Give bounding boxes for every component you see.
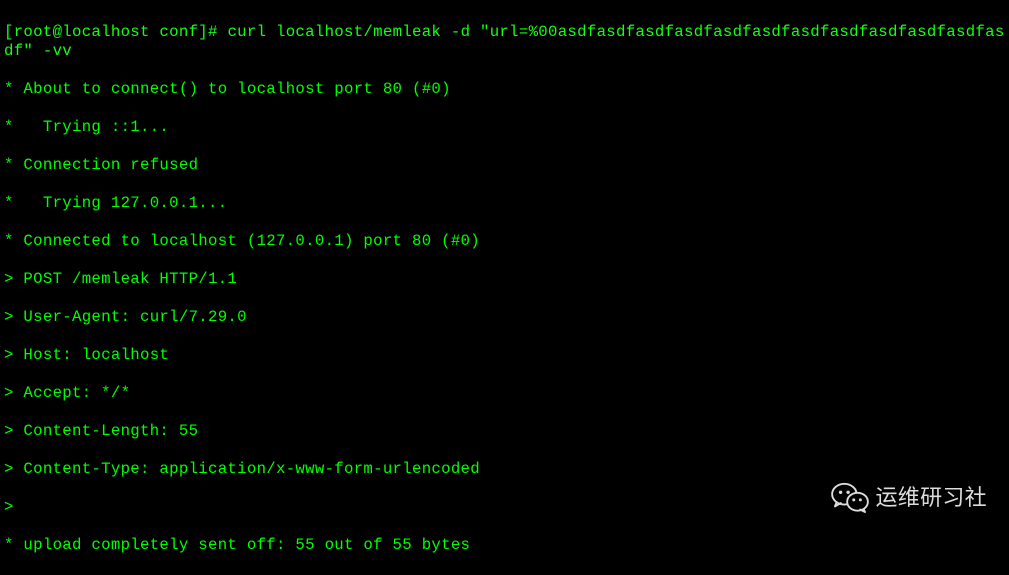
shell-prompt: [root@localhost conf]# xyxy=(4,23,227,41)
output-line: > xyxy=(4,498,1005,517)
output-line: > Content-Type: application/x-www-form-u… xyxy=(4,460,1005,479)
output-line: * Trying 127.0.0.1... xyxy=(4,194,1005,213)
output-line: * Connected to localhost (127.0.0.1) por… xyxy=(4,232,1005,251)
output-line: > POST /memleak HTTP/1.1 xyxy=(4,270,1005,289)
output-line: * Trying ::1... xyxy=(4,118,1005,137)
output-line: * About to connect() to localhost port 8… xyxy=(4,80,1005,99)
output-line: > Accept: */* xyxy=(4,384,1005,403)
prompt-line: [root@localhost conf]# curl localhost/me… xyxy=(4,23,1005,61)
output-line: > Content-Length: 55 xyxy=(4,422,1005,441)
output-line: * upload completely sent off: 55 out of … xyxy=(4,536,1005,555)
terminal-window[interactable]: [root@localhost conf]# curl localhost/me… xyxy=(0,0,1009,575)
output-line: > Host: localhost xyxy=(4,346,1005,365)
output-line: * Connection refused xyxy=(4,156,1005,175)
output-line: > User-Agent: curl/7.29.0 xyxy=(4,308,1005,327)
